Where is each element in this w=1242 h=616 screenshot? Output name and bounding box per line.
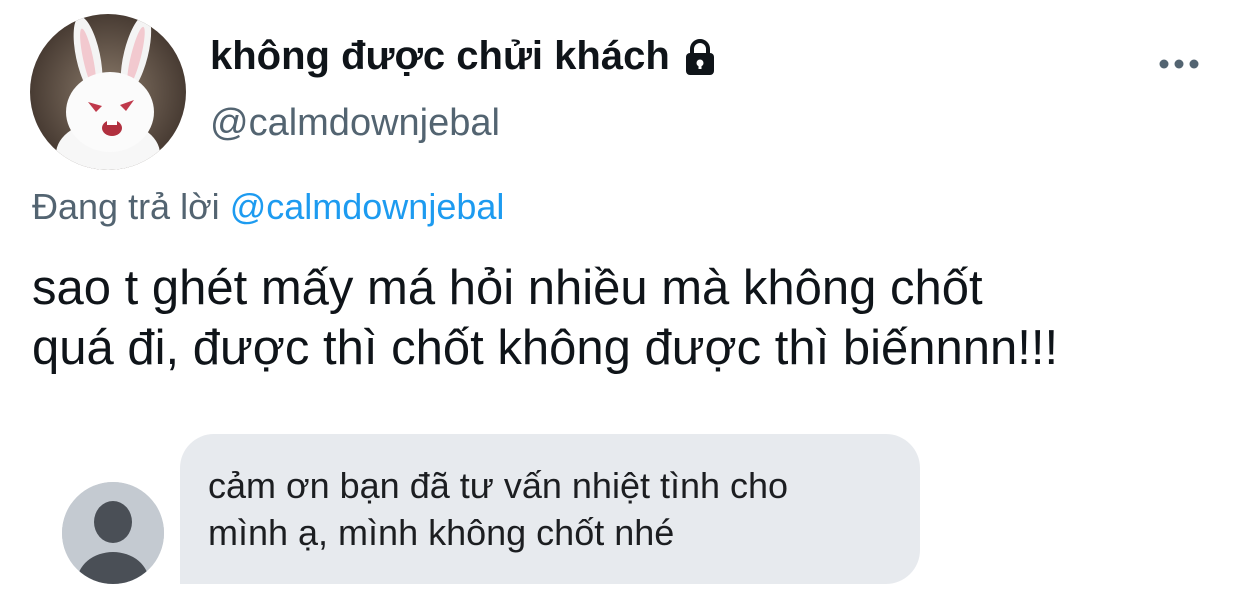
- bunny-avatar-image: [30, 14, 186, 170]
- display-name[interactable]: không được chửi khách: [210, 34, 670, 79]
- profile-avatar[interactable]: [30, 14, 186, 170]
- tweet-text-line-1: sao t ghét mấy má hỏi nhiều mà không chố…: [32, 261, 983, 315]
- more-horizontal-icon[interactable]: [1156, 50, 1202, 78]
- message-bubble: cảm ơn bạn đã tư vấn nhiệt tình cho mình…: [180, 434, 920, 584]
- message-text: cảm ơn bạn đã tư vấn nhiệt tình cho mình…: [208, 462, 788, 556]
- message-text-line-1: cảm ơn bạn đã tư vấn nhiệt tình cho: [208, 465, 789, 506]
- message-text-line-2: mình ạ, mình không chốt nhé: [208, 512, 675, 553]
- person-silhouette-icon: [62, 482, 164, 584]
- user-handle[interactable]: @calmdownjebal: [210, 102, 500, 145]
- tweet-text: sao t ghét mấy má hỏi nhiều mà không chố…: [32, 258, 1232, 378]
- tweet-text-line-2: quá đi, được thì chốt không được thì biế…: [32, 321, 1059, 375]
- lock-icon: [685, 38, 714, 75]
- tweet-screenshot: không được chửi khách @calmdownjebal Đan…: [0, 0, 1242, 616]
- default-avatar-icon: [62, 482, 164, 584]
- display-name-row[interactable]: không được chửi khách: [210, 34, 720, 79]
- replying-to-line: Đang trả lời @calmdownjebal: [32, 186, 504, 228]
- replying-to-mention-link[interactable]: @calmdownjebal: [230, 186, 505, 227]
- replying-to-label: Đang trả lời: [32, 186, 220, 227]
